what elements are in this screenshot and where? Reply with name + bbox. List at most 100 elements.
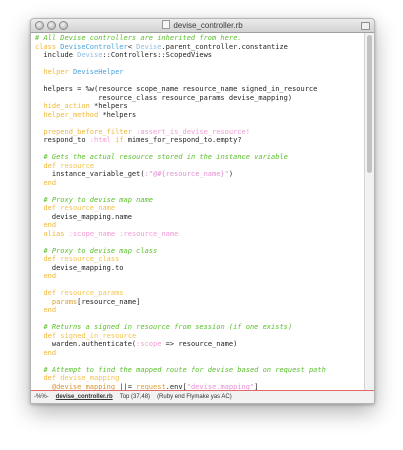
code-token: @devise_mapping [51, 382, 120, 391]
code-token: end [43, 178, 57, 187]
code-line[interactable]: ​ [35, 145, 364, 154]
code-line[interactable]: # All Devise controllers are inherited f… [35, 34, 364, 43]
code-editor[interactable]: # All Devise controllers are inherited f… [31, 33, 364, 390]
code-line[interactable]: end [35, 221, 364, 230]
code-token: end [43, 272, 57, 280]
code-token: devise_mapping.to [35, 263, 124, 272]
scroll-thumb[interactable] [367, 35, 372, 173]
code-line[interactable]: def resource_params [35, 289, 364, 298]
window-title: devise_controller.rb [31, 20, 374, 30]
code-token: *helpers [102, 110, 137, 119]
code-line[interactable]: params[resource_name] [35, 298, 364, 307]
code-token: def [43, 374, 61, 382]
code-token: request [136, 382, 166, 391]
code-line[interactable]: helpers = %w(resource scope_name resourc… [35, 85, 364, 94]
code-line[interactable]: ​ [35, 357, 364, 366]
code-token: hide_action [43, 102, 95, 110]
code-line[interactable]: ​ [35, 238, 364, 247]
code-token: def [43, 331, 61, 340]
code-line[interactable]: # Proxy to devise map class [35, 247, 364, 256]
code-token: helper_method [43, 110, 103, 119]
code-token: class [35, 42, 61, 51]
code-line[interactable]: prepend_before_filter :assert_is_devise_… [35, 128, 364, 137]
code-token: resource_name [60, 204, 116, 212]
code-line[interactable]: alias :scope_name :resource_name [35, 230, 364, 239]
code-token: def [43, 289, 61, 297]
code-token: mimes_for_respond_to.empty? [127, 136, 242, 144]
code-token: # Proxy to devise map class [43, 246, 158, 255]
code-token: :assert_is_devise_resource! [136, 127, 250, 136]
code-line[interactable]: ​ [35, 119, 364, 128]
modeline-position: Top (37,48) [119, 394, 151, 400]
code-token: end [43, 306, 57, 314]
editor-window: devise_controller.rb # All Devise contro… [30, 18, 375, 404]
toolbar-toggle-icon[interactable] [361, 22, 370, 30]
code-token: helpers = %w(resource scope_name resourc… [35, 85, 318, 93]
code-token: def [43, 161, 61, 170]
code-line[interactable]: respond_to :html if mimes_for_respond_to… [35, 136, 364, 145]
code-line[interactable]: warden.authenticate(:scope => resource_n… [35, 340, 364, 349]
code-token: # Attempt to find the mapped route for d… [43, 365, 326, 374]
code-token: *helpers [94, 102, 128, 110]
code-line[interactable]: helper_method *helpers [35, 111, 364, 120]
code-token: ::Controllers::ScopedViews [102, 51, 213, 59]
code-token: :"@#{resource_name}" [144, 170, 229, 178]
code-line[interactable]: devise_mapping.to [35, 264, 364, 273]
code-line[interactable]: # Gets the actual resource stored in the… [35, 153, 364, 162]
ruby-file-icon [162, 20, 171, 29]
code-buffer[interactable]: # All Devise controllers are inherited f… [31, 33, 364, 390]
code-line[interactable]: end [35, 349, 364, 358]
code-line[interactable]: resource_class resource_params devise_ma… [35, 94, 364, 103]
code-token: end [43, 221, 57, 229]
code-line[interactable]: # Attempt to find the mapped route for d… [35, 366, 364, 375]
code-line[interactable]: def resource_name [35, 204, 364, 213]
code-line[interactable]: class DeviseController< Devise.parent_co… [35, 43, 364, 52]
vertical-scrollbar[interactable] [364, 33, 374, 390]
code-line[interactable]: end [35, 272, 364, 281]
code-token: alias [43, 229, 69, 238]
code-token: instance_variable_get( [35, 170, 145, 178]
code-token: [resource_name] [77, 297, 141, 306]
code-line[interactable]: include Devise::Controllers::ScopedViews [35, 51, 364, 60]
code-line[interactable]: ​ [35, 187, 364, 196]
title-bar[interactable]: devise_controller.rb [31, 19, 374, 33]
code-token: ||= [119, 382, 137, 391]
modeline-buffer-name[interactable]: devise_controller.rb [56, 394, 113, 400]
code-line[interactable]: ​ [35, 77, 364, 86]
code-line[interactable]: @devise_mapping ||= request.env["devise.… [35, 383, 364, 391]
code-line[interactable]: end [35, 179, 364, 188]
code-line[interactable]: def resource [35, 162, 364, 171]
code-token: Devise [136, 42, 162, 51]
code-token: def [43, 255, 61, 263]
code-token: DeviseHelper [72, 68, 124, 76]
window-title-text: devise_controller.rb [173, 21, 243, 30]
code-line[interactable]: def devise_mapping [35, 374, 364, 383]
code-token: resource_class [60, 255, 120, 263]
code-line[interactable]: helper DeviseHelper [35, 68, 364, 77]
code-token: :scope [136, 340, 166, 348]
code-line[interactable]: # Returns a signed in resource from sess… [35, 323, 364, 332]
code-token: Devise [77, 51, 103, 59]
code-token: respond_to [35, 136, 90, 144]
code-line[interactable]: hide_action *helpers [35, 102, 364, 111]
code-line[interactable]: # Proxy to devise map name [35, 196, 364, 205]
code-token: include [35, 51, 78, 59]
code-line[interactable]: devise_mapping.name [35, 213, 364, 222]
code-token: params [51, 297, 78, 306]
code-token: ] [254, 382, 259, 391]
code-line[interactable]: ​ [35, 60, 364, 69]
code-token: signed_in_resource [60, 331, 137, 340]
code-token: .parent_controller.constantize [161, 42, 288, 51]
code-token: devise_mapping [60, 374, 120, 382]
code-line[interactable]: def signed_in_resource [35, 332, 364, 341]
code-token: :scope_name :resource_name [68, 229, 179, 238]
code-line[interactable]: ​ [35, 281, 364, 290]
code-line[interactable]: end [35, 306, 364, 315]
code-token: # Proxy to devise map name [43, 195, 154, 204]
code-line[interactable]: instance_variable_get(:"@#{resource_name… [35, 170, 364, 179]
code-line[interactable]: ​ [35, 315, 364, 324]
code-line[interactable]: def resource_class [35, 255, 364, 264]
code-token: :html [89, 136, 116, 144]
